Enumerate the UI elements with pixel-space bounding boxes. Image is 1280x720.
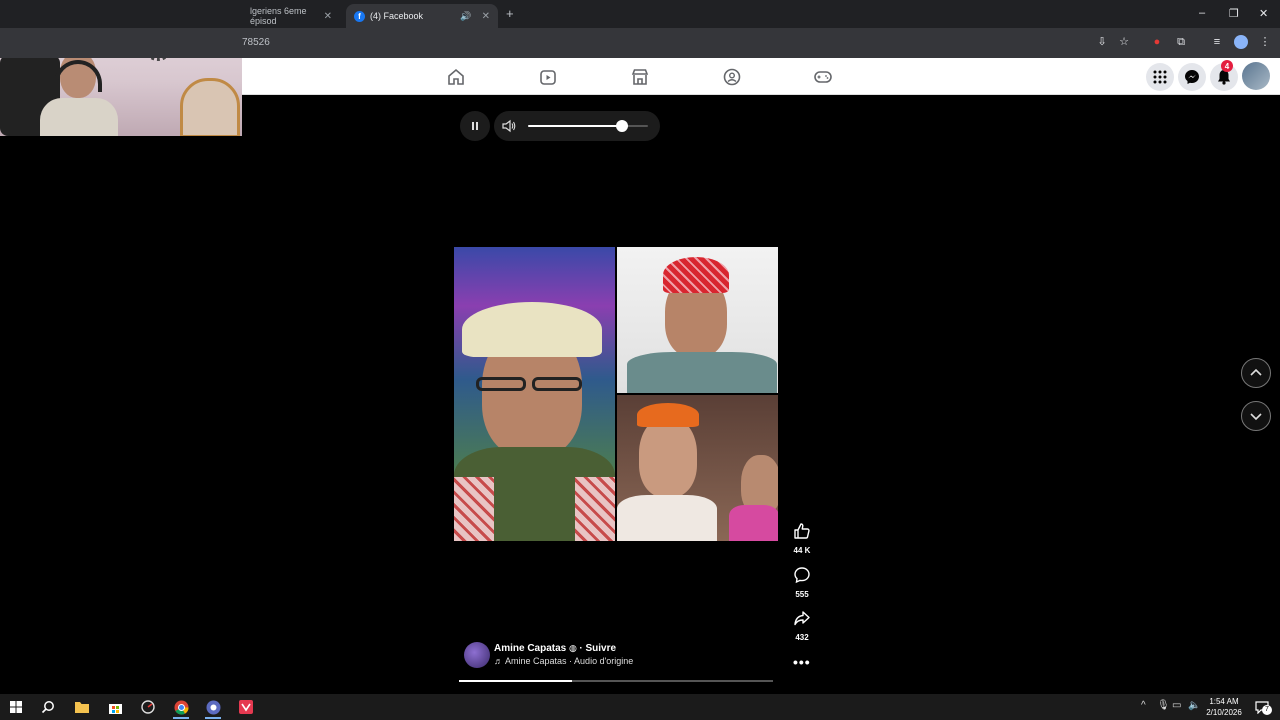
menu-grid-icon[interactable] xyxy=(1146,63,1174,91)
windows-start-icon[interactable] xyxy=(6,697,26,717)
extensions-puzzle-icon[interactable]: ⧉ xyxy=(1174,35,1188,49)
author-avatar[interactable] xyxy=(464,642,490,668)
audio-row[interactable]: ♬ Amine Capatas · Audio d'origine xyxy=(494,656,633,666)
video-cell-top-right xyxy=(617,247,778,393)
tab-episode[interactable]: lgeriens 6eme épisod ✕ xyxy=(242,4,340,28)
gauge-app-icon[interactable] xyxy=(138,697,158,717)
chrome-profile-icon[interactable] xyxy=(203,697,223,719)
notification-center-count: 7 xyxy=(1262,705,1272,715)
address-bar: 78526 ⇩ ☆ ● ⧉ ≡ ⋮ xyxy=(0,28,1280,58)
restore-button[interactable]: ❐ xyxy=(1229,7,1239,20)
share-count: 432 xyxy=(795,633,809,642)
follow-link[interactable]: · Suivre xyxy=(579,643,616,654)
author-name-row: Amine Capatas ◍ · Suivre xyxy=(494,643,616,654)
bookmark-star-icon[interactable]: ☆ xyxy=(1117,35,1131,49)
speaker-icon[interactable]: 🔊 xyxy=(460,11,471,22)
browser-tab-bar: lgeriens 6eme épisod ✕ f (4) Facebook 🔊 … xyxy=(0,0,1280,28)
store-icon[interactable] xyxy=(105,697,125,717)
chevron-down-icon xyxy=(1250,413,1262,421)
like-count: 44 K xyxy=(793,546,811,555)
video-cell-left xyxy=(454,247,615,541)
home-icon[interactable] xyxy=(446,67,466,87)
video-progress-bar[interactable] xyxy=(459,680,773,682)
taskbar-time: 1:54 AM xyxy=(1209,697,1239,706)
url-text[interactable]: 78526 xyxy=(242,37,270,48)
video-icon[interactable] xyxy=(538,67,558,87)
comment-count: 555 xyxy=(795,590,809,599)
tab-label: (4) Facebook xyxy=(370,11,424,21)
pause-button[interactable] xyxy=(460,111,490,141)
microphone-icon[interactable]: 🎙 xyxy=(1157,700,1170,711)
chevron-up-icon[interactable]: ^ xyxy=(1141,700,1146,711)
next-reel-button[interactable] xyxy=(1241,401,1271,431)
volume-fill xyxy=(528,125,622,127)
network-icon[interactable]: ▭ xyxy=(1172,700,1181,711)
close-window-button[interactable]: ✕ xyxy=(1259,7,1268,20)
search-icon[interactable] xyxy=(38,697,58,717)
author-name[interactable]: Amine Capatas xyxy=(494,643,566,654)
mirror-frame xyxy=(180,78,240,136)
notification-center-icon[interactable]: 7 xyxy=(1252,697,1272,717)
music-note-icon: ♬ xyxy=(494,656,506,666)
kebab-menu-icon[interactable]: ⋮ xyxy=(1258,35,1272,49)
account-avatar[interactable] xyxy=(1242,62,1270,90)
groups-icon[interactable] xyxy=(722,67,742,87)
thumbs-up-icon xyxy=(794,523,810,539)
extension-icon[interactable]: ● xyxy=(1150,35,1164,49)
close-icon[interactable]: ✕ xyxy=(482,11,490,22)
new-tab-button[interactable]: + xyxy=(506,6,514,21)
share-button[interactable]: 432 xyxy=(786,609,818,642)
tab-facebook[interactable]: f (4) Facebook 🔊 ✕ xyxy=(346,4,498,28)
video-progress-fill xyxy=(459,680,573,682)
volume-slider[interactable] xyxy=(528,120,648,132)
like-button[interactable]: 44 K xyxy=(786,522,818,555)
messenger-icon[interactable] xyxy=(1178,63,1206,91)
profile-icon[interactable] xyxy=(1234,35,1248,49)
globe-icon: ◍ xyxy=(569,643,580,653)
install-icon[interactable]: ⇩ xyxy=(1095,35,1109,49)
volume-thumb[interactable] xyxy=(615,120,628,132)
close-icon[interactable]: ✕ xyxy=(324,11,332,22)
player-controls xyxy=(460,111,660,141)
file-explorer-icon[interactable] xyxy=(72,697,92,717)
more-options-icon[interactable]: ••• xyxy=(793,654,811,670)
facebook-icon: f xyxy=(354,10,365,22)
speaker-icon[interactable]: 🔈 xyxy=(1188,700,1200,711)
chevron-up-icon xyxy=(1250,368,1262,376)
reel-video[interactable] xyxy=(454,247,778,541)
marketplace-icon[interactable] xyxy=(630,67,650,87)
comment-button[interactable]: 555 xyxy=(786,566,818,599)
notification-badge: 4 xyxy=(1221,60,1233,72)
audio-label: Amine Capatas · Audio d'origine xyxy=(505,656,634,666)
minimize-button[interactable]: – xyxy=(1199,7,1205,19)
tab-label: lgeriens 6eme épisod xyxy=(250,6,307,26)
video-editor-icon[interactable] xyxy=(236,697,256,717)
taskbar-date: 2/10/2026 xyxy=(1206,708,1242,717)
comment-icon xyxy=(794,567,810,584)
volume-icon[interactable] xyxy=(502,119,516,133)
gaming-icon[interactable] xyxy=(813,67,833,87)
video-cell-bottom-right xyxy=(617,395,778,541)
previous-reel-button[interactable] xyxy=(1241,358,1271,388)
chrome-icon[interactable] xyxy=(171,697,191,719)
facebook-top-nav: 4 xyxy=(242,58,1280,95)
windows-taskbar: ^ 🎙 ▭ 🔈 1:54 AM 2/10/2026 7 xyxy=(0,694,1280,720)
share-icon xyxy=(794,611,810,626)
taskbar-clock[interactable]: 1:54 AM 2/10/2026 xyxy=(1200,696,1248,718)
reel-author: Amine Capatas ◍ · Suivre ♬ Amine Capatas… xyxy=(464,640,784,670)
media-control-icon[interactable]: ≡ xyxy=(1210,35,1224,49)
volume-control xyxy=(494,111,660,141)
